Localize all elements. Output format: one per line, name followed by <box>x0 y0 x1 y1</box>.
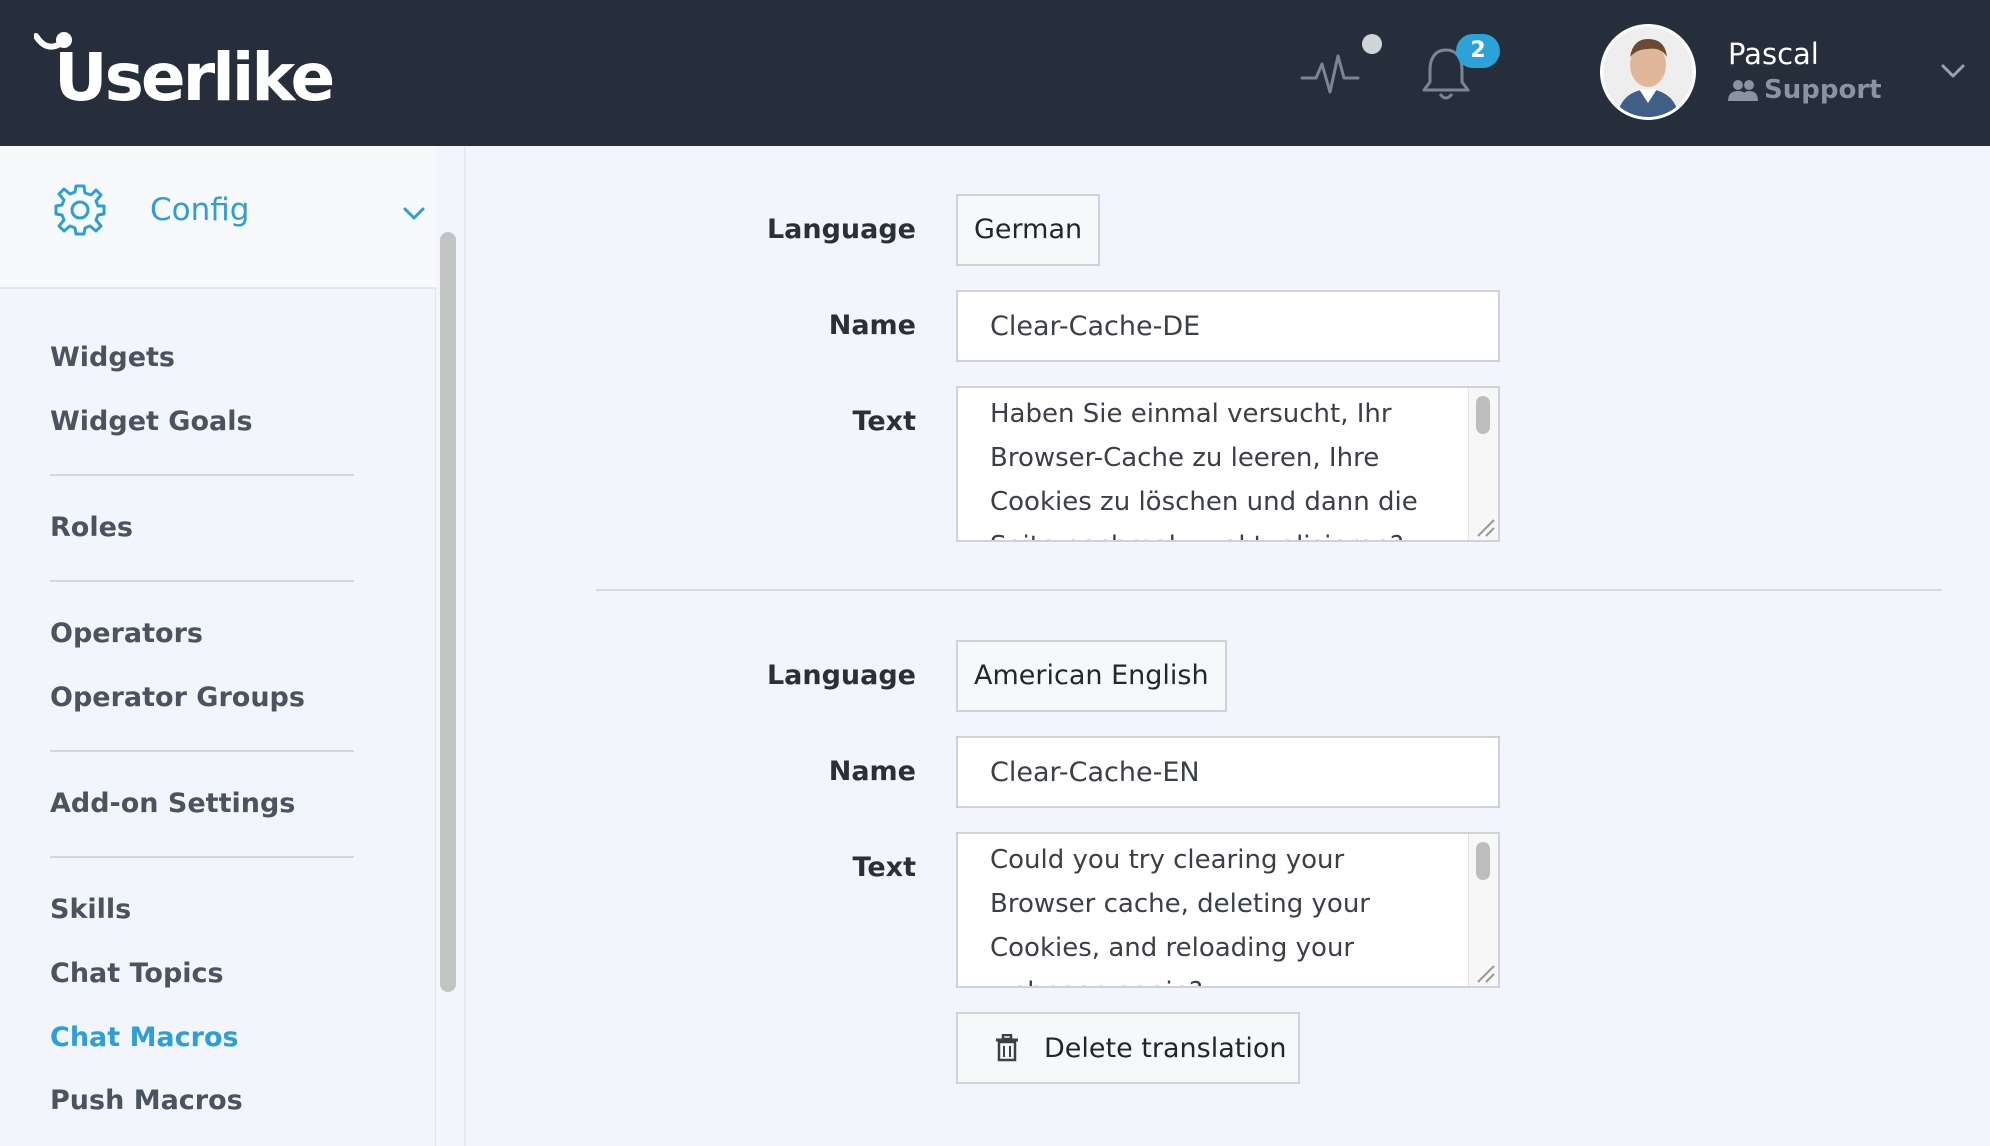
sidebar-divider <box>50 580 354 582</box>
sidebar-section-title: Config <box>150 192 250 228</box>
notification-badge: 2 <box>1456 34 1500 68</box>
language-select[interactable]: American English <box>956 640 1227 712</box>
text-area-content: Haben Sie einmal versucht, Ihr Browser-C… <box>990 399 1418 540</box>
name-input[interactable] <box>956 736 1500 808</box>
logo-text: Userlike <box>54 39 335 116</box>
sidebar-divider <box>50 750 354 752</box>
chevron-down-icon[interactable] <box>402 206 426 222</box>
resize-grip-icon[interactable] <box>1472 960 1496 984</box>
sidebar-item-widget-goals[interactable]: Widget Goals <box>50 404 253 440</box>
delete-translation-button[interactable]: Delete translation <box>956 1012 1300 1084</box>
resize-grip-icon[interactable] <box>1472 514 1496 538</box>
content-border <box>464 146 466 1146</box>
top-bar: Userlike 2 Pascal Support <box>0 0 1990 146</box>
activity-pulse-icon[interactable] <box>1300 46 1360 100</box>
sidebar-item-operator-groups[interactable]: Operator Groups <box>50 680 305 716</box>
name-label: Name <box>828 310 916 341</box>
text-area[interactable]: Could you try clearing your Browser cach… <box>956 832 1500 988</box>
sidebar-item-chat-macros[interactable]: Chat Macros <box>50 1020 239 1056</box>
language-select[interactable]: German <box>956 194 1101 266</box>
trash-icon <box>996 1034 1018 1062</box>
scroll-thumb[interactable] <box>1476 842 1490 880</box>
sidebar-scrollbar[interactable] <box>440 232 456 992</box>
chevron-down-icon[interactable] <box>1940 62 1966 80</box>
translation-divider <box>596 589 1942 591</box>
name-input[interactable] <box>956 290 1500 362</box>
sidebar-item-add-on-settings[interactable]: Add-on Settings <box>50 786 295 822</box>
text-label: Text <box>852 406 916 437</box>
sidebar-item-skills[interactable]: Skills <box>50 892 131 928</box>
sidebar-divider <box>50 474 354 476</box>
sidebar-item-push-macros[interactable]: Push Macros <box>50 1083 243 1119</box>
avatar[interactable] <box>1600 24 1696 120</box>
sidebar-section-header[interactable]: Config <box>0 146 436 289</box>
text-label: Text <box>852 852 916 883</box>
user-role: Support <box>1728 74 1882 106</box>
delete-translation-label: Delete translation <box>1044 1032 1287 1064</box>
sidebar-item-operators[interactable]: Operators <box>50 616 203 652</box>
name-label: Name <box>828 756 916 787</box>
text-area[interactable]: Haben Sie einmal versucht, Ihr Browser-C… <box>956 386 1500 542</box>
sidebar-item-roles[interactable]: Roles <box>50 510 133 546</box>
user-name[interactable]: Pascal <box>1728 36 1819 72</box>
language-label: Language <box>766 660 916 691</box>
gear-icon <box>54 184 106 236</box>
text-area-content: Could you try clearing your Browser cach… <box>990 845 1370 986</box>
avatar-portrait-icon <box>1603 27 1693 117</box>
status-dot <box>1362 34 1382 54</box>
language-label: Language <box>766 214 916 245</box>
scroll-thumb[interactable] <box>1476 396 1490 434</box>
users-group-icon <box>1728 80 1758 101</box>
sidebar-divider <box>50 856 354 858</box>
sidebar-item-chat-topics[interactable]: Chat Topics <box>50 956 224 992</box>
user-role-label: Support <box>1764 75 1882 105</box>
sidebar-item-widgets[interactable]: Widgets <box>50 340 175 376</box>
